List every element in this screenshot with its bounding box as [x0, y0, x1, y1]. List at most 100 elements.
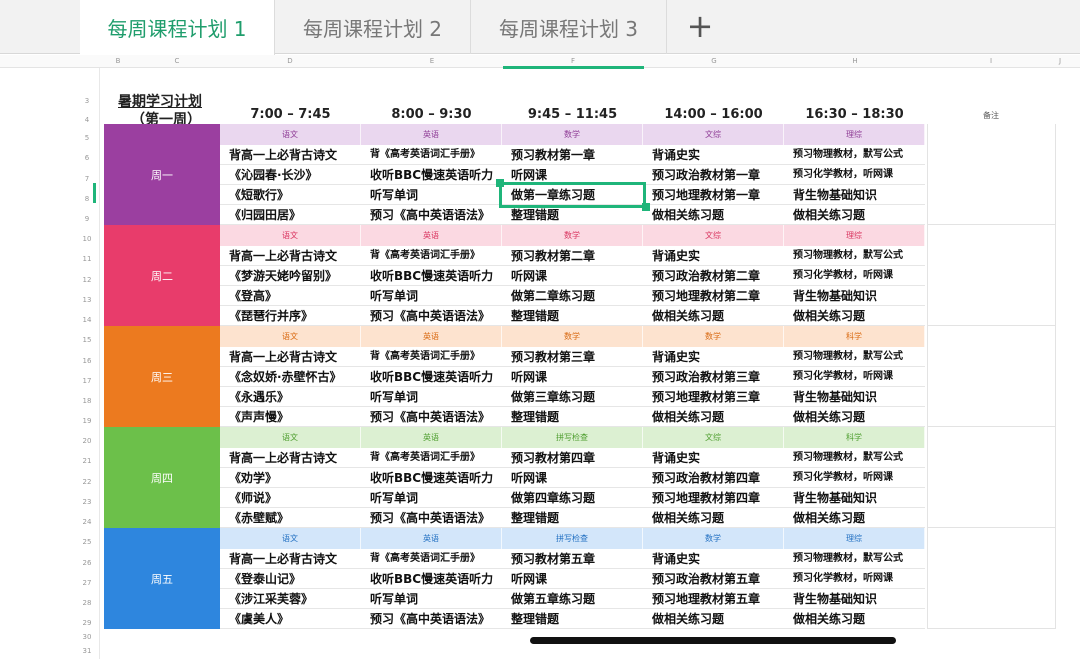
schedule-cell[interactable]: 《登泰山记》: [220, 569, 361, 589]
schedule-cell[interactable]: 背《高考英语词汇手册》: [361, 246, 502, 266]
schedule-cell[interactable]: 整理错题: [502, 407, 643, 427]
sheet-title[interactable]: 暑期学习计划: [118, 91, 202, 111]
row-header-15[interactable]: 15: [74, 336, 100, 344]
day-label[interactable]: 周四: [104, 427, 220, 528]
schedule-cell[interactable]: 做相关练习题: [643, 306, 784, 326]
schedule-cell[interactable]: 听网课: [502, 266, 643, 286]
schedule-cell[interactable]: 收听BBC慢速英语听力: [361, 266, 502, 286]
row-header-23[interactable]: 23: [74, 498, 100, 506]
day-label[interactable]: 周五: [104, 528, 220, 629]
subject-cell[interactable]: 数学: [502, 124, 643, 145]
schedule-cell[interactable]: 《赤壁赋》: [220, 508, 361, 528]
schedule-cell[interactable]: 预习地理教材第五章: [643, 589, 784, 609]
schedule-cell[interactable]: 《沁园春·长沙》: [220, 165, 361, 185]
row-header-29[interactable]: 29: [74, 619, 100, 627]
day-label[interactable]: 周一: [104, 124, 220, 225]
schedule-cell[interactable]: 做相关练习题: [784, 508, 925, 528]
schedule-cell[interactable]: 预习教材第四章: [502, 448, 643, 468]
schedule-cell[interactable]: 《念奴娇·赤壁怀古》: [220, 367, 361, 387]
schedule-cell[interactable]: 做第四章练习题: [502, 488, 643, 508]
schedule-cell[interactable]: 预习化学教材，听网课: [784, 165, 925, 185]
schedule-cell[interactable]: 预习《高中英语语法》: [361, 205, 502, 225]
subject-cell[interactable]: 文综: [643, 225, 784, 246]
subject-cell[interactable]: 英语: [361, 528, 502, 549]
schedule-cell[interactable]: 听写单词: [361, 488, 502, 508]
schedule-cell[interactable]: 预习《高中英语语法》: [361, 508, 502, 528]
row-header-8[interactable]: 8: [74, 195, 100, 203]
row-header-6[interactable]: 6: [74, 154, 100, 162]
selection-handle-top-left[interactable]: [496, 179, 504, 187]
schedule-cell[interactable]: 预习教材第三章: [502, 347, 643, 367]
subject-cell[interactable]: 英语: [361, 427, 502, 448]
schedule-cell[interactable]: 做相关练习题: [643, 407, 784, 427]
schedule-cell[interactable]: 听网课: [502, 367, 643, 387]
schedule-cell[interactable]: 背诵史实: [643, 246, 784, 266]
schedule-cell[interactable]: 听写单词: [361, 387, 502, 407]
schedule-cell[interactable]: 整理错题: [502, 508, 643, 528]
schedule-cell[interactable]: 背《高考英语词汇手册》: [361, 145, 502, 165]
schedule-cell[interactable]: 背《高考英语词汇手册》: [361, 347, 502, 367]
row-header-bar[interactable]: 3 4 5 6 7 8 9 10 11 12 13 14 15 16 17 18 19 20 21 22 23 24 25 2…: [74, 68, 100, 659]
day-label[interactable]: 周三: [104, 326, 220, 427]
time-slot-header[interactable]: 8:00 – 9:30: [361, 107, 502, 122]
schedule-cell[interactable]: 《声声慢》: [220, 407, 361, 427]
time-slot-header[interactable]: 9:45 – 11:45: [502, 107, 643, 122]
subject-cell[interactable]: 数学: [502, 225, 643, 246]
column-header-C[interactable]: C: [167, 55, 187, 68]
schedule-cell[interactable]: 预习政治教材第四章: [643, 468, 784, 488]
schedule-cell[interactable]: 预习教材第二章: [502, 246, 643, 266]
row-header-18[interactable]: 18: [74, 397, 100, 405]
schedule-cell[interactable]: 背高一上必背古诗文: [220, 347, 361, 367]
schedule-cell[interactable]: 预习政治教材第三章: [643, 367, 784, 387]
schedule-cell[interactable]: 做相关练习题: [643, 609, 784, 629]
schedule-cell[interactable]: 预习物理教材，默写公式: [784, 448, 925, 468]
row-header-4[interactable]: 4: [74, 116, 100, 124]
schedule-cell[interactable]: 《梦游天姥吟留别》: [220, 266, 361, 286]
subject-cell[interactable]: 语文: [220, 225, 361, 246]
row-header-13[interactable]: 13: [74, 296, 100, 304]
schedule-cell[interactable]: 听写单词: [361, 185, 502, 205]
day-label[interactable]: 周二: [104, 225, 220, 326]
subject-cell[interactable]: 语文: [220, 124, 361, 145]
row-header-31[interactable]: 31: [74, 647, 100, 655]
selection-handle-bottom-right[interactable]: [642, 203, 650, 211]
subject-cell[interactable]: 英语: [361, 225, 502, 246]
row-header-30[interactable]: 30: [74, 633, 100, 641]
schedule-cell[interactable]: 《涉江采芙蓉》: [220, 589, 361, 609]
schedule-cell[interactable]: 做第五章练习题: [502, 589, 643, 609]
schedule-cell[interactable]: 预习地理教材第四章: [643, 488, 784, 508]
row-header-14[interactable]: 14: [74, 316, 100, 324]
time-slot-header[interactable]: 16:30 – 18:30: [784, 107, 925, 122]
schedule-cell[interactable]: 背高一上必背古诗文: [220, 448, 361, 468]
row-header-11[interactable]: 11: [74, 255, 100, 263]
schedule-cell[interactable]: 预习《高中英语语法》: [361, 609, 502, 629]
subject-cell[interactable]: 语文: [220, 528, 361, 549]
schedule-cell[interactable]: 《师说》: [220, 488, 361, 508]
column-header-E[interactable]: E: [422, 55, 442, 68]
subject-cell[interactable]: 理综: [784, 528, 925, 549]
subject-cell[interactable]: 文综: [643, 124, 784, 145]
schedule-cell[interactable]: 背诵史实: [643, 549, 784, 569]
schedule-cell[interactable]: 听网课: [502, 468, 643, 488]
row-header-28[interactable]: 28: [74, 599, 100, 607]
subject-cell[interactable]: 理综: [784, 225, 925, 246]
schedule-cell[interactable]: 预习化学教材，听网课: [784, 367, 925, 387]
schedule-cell[interactable]: 整理错题: [502, 306, 643, 326]
schedule-cell[interactable]: 预习地理教材第二章: [643, 286, 784, 306]
row-header-19[interactable]: 19: [74, 417, 100, 425]
schedule-cell[interactable]: 背高一上必背古诗文: [220, 145, 361, 165]
note-cell[interactable]: [927, 225, 1056, 326]
schedule-cell[interactable]: 预习化学教材，听网课: [784, 468, 925, 488]
time-slot-header[interactable]: 14:00 – 16:00: [643, 107, 784, 122]
column-header-I[interactable]: I: [981, 55, 1001, 68]
row-header-25[interactable]: 25: [74, 538, 100, 546]
cell-selection-box[interactable]: [499, 182, 646, 208]
schedule-cell[interactable]: 背生物基础知识: [784, 387, 925, 407]
row-header-24[interactable]: 24: [74, 518, 100, 526]
schedule-cell[interactable]: 预习物理教材，默写公式: [784, 549, 925, 569]
row-header-5[interactable]: 5: [74, 134, 100, 142]
row-header-9[interactable]: 9: [74, 215, 100, 223]
row-header-3[interactable]: 3: [74, 97, 100, 105]
schedule-cell[interactable]: 背高一上必背古诗文: [220, 246, 361, 266]
subject-cell[interactable]: 数学: [643, 528, 784, 549]
